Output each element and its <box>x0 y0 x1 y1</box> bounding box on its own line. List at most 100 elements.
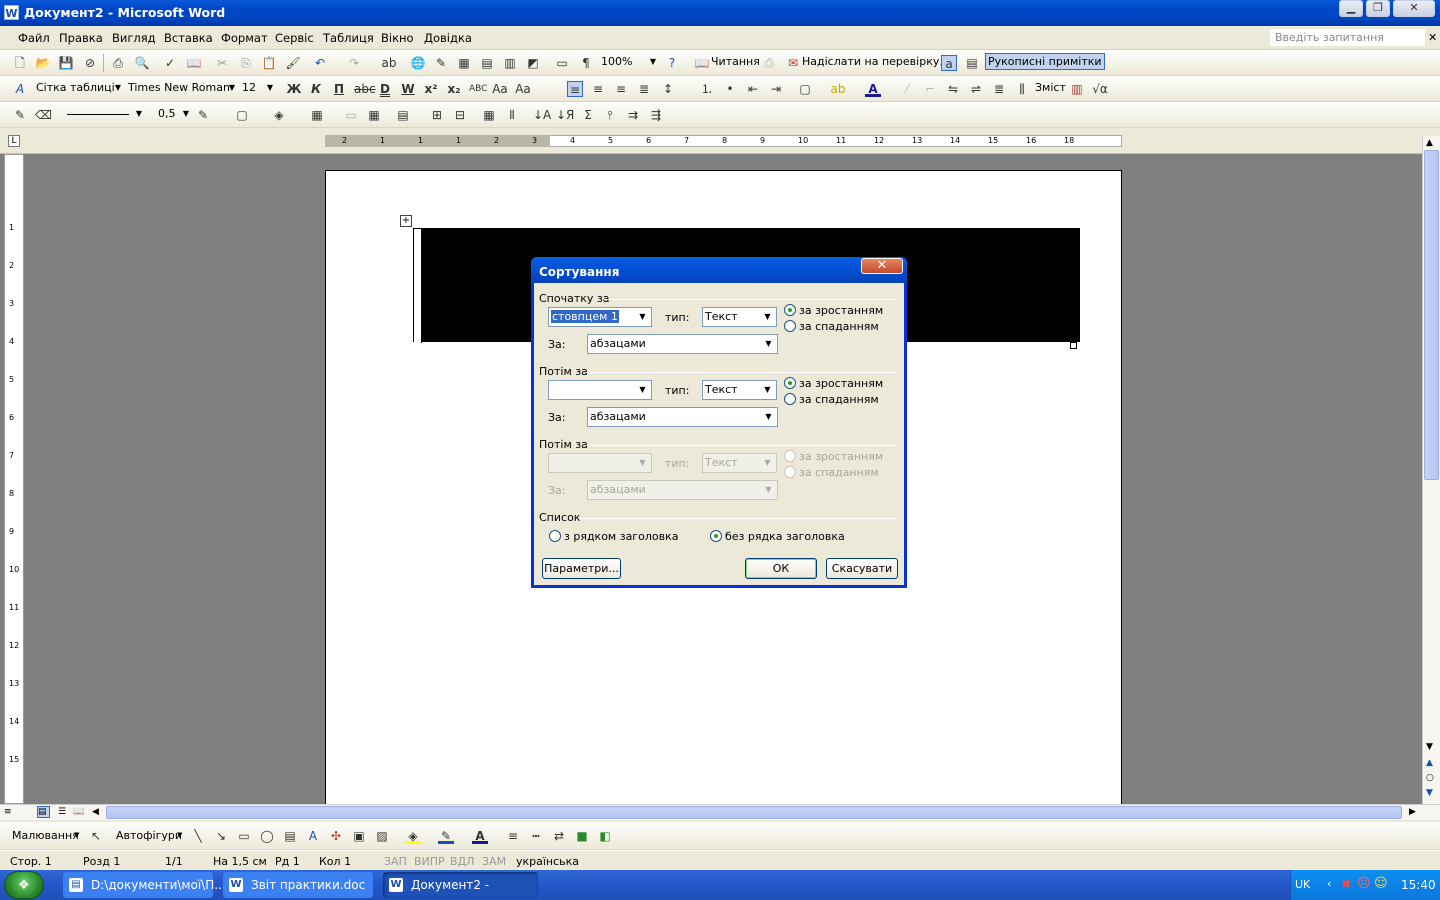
spelling-icon[interactable]: ✓ <box>162 55 178 71</box>
status-trk[interactable]: ВИПР <box>414 855 445 868</box>
menu-table[interactable]: Таблиця <box>323 31 374 45</box>
format-painter-icon[interactable]: 🖌 <box>285 55 301 71</box>
small-caps-icon[interactable]: ABC <box>469 81 487 97</box>
tray-app-icon[interactable]: ✖ <box>1341 877 1351 891</box>
equation-icon[interactable]: √α <box>1092 81 1108 97</box>
decrease-indent-icon[interactable]: ⇤ <box>745 81 761 97</box>
sort1-field-dropdown[interactable]: стовпцем 1 ▼ <box>548 307 652 327</box>
line-style-icon[interactable]: ≡ <box>505 828 521 844</box>
shading-icon[interactable]: ◈ <box>271 107 287 123</box>
table-more-icon[interactable]: ⇶ <box>648 107 664 123</box>
handwritten-notes-button[interactable]: Рукописні примітки <box>985 53 1105 70</box>
insert-excel-icon[interactable]: ▤ <box>479 55 495 71</box>
new-doc-icon[interactable]: 🗋 <box>12 55 28 71</box>
sort-desc-icon[interactable]: ↓Я <box>556 107 574 123</box>
start-button[interactable]: ❖ <box>4 871 44 899</box>
scroll-up-icon[interactable]: ▲ <box>1426 138 1433 148</box>
rectangle-icon[interactable]: ▭ <box>236 828 252 844</box>
normal-view-icon[interactable]: ≡ <box>4 807 12 817</box>
italic-icon[interactable]: К <box>308 81 324 97</box>
cancel-button[interactable]: Скасувати <box>826 558 898 579</box>
scroll-left-icon[interactable]: ◀ <box>92 807 99 817</box>
print-icon[interactable]: ⎙ <box>110 55 126 71</box>
send-review-button[interactable]: Надіслати на перевірку… <box>802 55 950 68</box>
spell-abc-icon[interactable]: ab <box>381 55 397 71</box>
phonetic-icon[interactable]: ⌐ <box>922 81 938 97</box>
eraser-icon[interactable]: ⌫ <box>35 107 52 123</box>
dialog-title-bar[interactable]: Сортування ✕ <box>531 257 907 283</box>
tray-expand-icon[interactable]: ‹ <box>1327 877 1331 890</box>
table-move-handle-icon[interactable]: + <box>400 215 412 227</box>
bold-icon[interactable]: Ж <box>286 81 302 97</box>
toc-button[interactable]: Зміст <box>1035 81 1066 94</box>
menu-insert[interactable]: Вставка <box>164 31 213 45</box>
lines-icon[interactable]: ≣ <box>991 81 1007 97</box>
oval-icon[interactable]: ◯ <box>259 828 275 844</box>
picture-icon[interactable]: ▨ <box>374 828 390 844</box>
sort2-desc-radio[interactable]: за спаданням <box>784 393 879 406</box>
drawing-toggle-icon[interactable]: ◩ <box>525 55 541 71</box>
dash-style-icon[interactable]: ┅ <box>528 828 544 844</box>
doc-map-icon[interactable]: ▭ <box>554 55 570 71</box>
change-case-icon[interactable]: Aa <box>492 81 508 97</box>
scroll-thumb[interactable] <box>1424 150 1439 480</box>
3d-icon[interactable]: ◧ <box>597 828 613 844</box>
line-color-icon[interactable]: ✎ <box>438 828 454 844</box>
font-combo[interactable]: Times New Roman ▼ <box>125 80 237 98</box>
restore-button[interactable]: ❐ <box>1366 0 1390 17</box>
line-icon[interactable]: ╲ <box>190 828 206 844</box>
sort1-desc-radio[interactable]: за спаданням <box>784 320 879 333</box>
prev-page-icon[interactable]: ▲ <box>1426 758 1433 768</box>
outside-border-icon[interactable]: ▢ <box>234 107 250 123</box>
menu-format[interactable]: Формат <box>221 31 268 45</box>
menu-edit[interactable]: Правка <box>59 31 103 45</box>
tab-selector-icon[interactable]: L <box>8 135 20 147</box>
hscroll-thumb[interactable] <box>106 806 1402 819</box>
ok-button[interactable]: ОК <box>745 558 817 579</box>
status-ovr[interactable]: ЗАМ <box>482 855 506 868</box>
rtl-icon[interactable]: ⇋ <box>945 81 961 97</box>
line-style-combo[interactable]: ▼ <box>64 106 144 124</box>
tray-emoticon-icon[interactable]: ☺ <box>1374 876 1388 891</box>
zoom-combo[interactable]: 100% ▼ <box>598 54 658 72</box>
word-underline-icon[interactable]: W <box>400 81 416 97</box>
close-doc-icon[interactable]: ✕ <box>1428 31 1437 44</box>
arrow-icon[interactable]: ↘ <box>213 828 229 844</box>
vertical-ruler[interactable]: 1 2 3 4 5 6 7 8 9 10 11 12 13 14 15 <box>4 154 24 804</box>
status-rec[interactable]: ЗАП <box>384 855 407 868</box>
ink-icon[interactable]: a <box>941 55 957 71</box>
task-explorer[interactable]: ▤ D:\документи\мої\П... <box>63 872 226 898</box>
draw-font-color-icon[interactable]: A <box>472 828 488 844</box>
justify-icon[interactable]: ≣ <box>636 81 652 97</box>
diagram-icon[interactable]: ✣ <box>328 828 344 844</box>
reading-button[interactable]: Читання <box>711 55 760 68</box>
char-scale-icon[interactable]: Aa <box>515 81 531 97</box>
sort3-asc-radio[interactable]: за зростанням <box>784 450 883 463</box>
with-header-radio[interactable]: з рядком заголовка <box>549 530 678 543</box>
menu-file[interactable]: Файл <box>18 31 50 45</box>
vertical-scrollbar[interactable]: ▲ ▼ ▲ ○ ▼ <box>1422 136 1440 804</box>
permission-icon[interactable]: ⊘ <box>82 55 98 71</box>
print-preview-icon[interactable]: 🔍 <box>134 55 150 71</box>
research-icon[interactable]: 📖 <box>186 55 202 71</box>
minimize-button[interactable]: ▁ <box>1339 0 1363 17</box>
chart-icon[interactable]: ▥ <box>1069 81 1085 97</box>
line-weight-combo[interactable]: 0,5 ▼ <box>155 106 191 124</box>
sort1-type-dropdown[interactable]: Текст ▼ <box>702 307 777 327</box>
autoshapes-menu[interactable]: Автофігури <box>116 829 182 842</box>
menu-window[interactable]: Вікно <box>381 31 414 45</box>
ink-comment-icon[interactable]: ▤ <box>964 55 980 71</box>
distribute-rows-icon[interactable]: ⊞ <box>429 107 445 123</box>
status-ext[interactable]: ВДЛ <box>450 855 474 868</box>
reading-view-icon[interactable]: 📖 <box>73 807 84 817</box>
sort3-type-dropdown[interactable]: Текст ▼ <box>702 453 777 473</box>
sort2-type-dropdown[interactable]: Текст ▼ <box>702 380 777 400</box>
language-indicator[interactable]: UK <box>1295 878 1310 891</box>
wordart-icon[interactable]: A <box>305 828 321 844</box>
undo-icon[interactable]: ↶ <box>312 55 328 71</box>
save-icon[interactable]: 💾 <box>58 55 74 71</box>
browse-object-icon[interactable]: ○ <box>1426 773 1434 783</box>
help-icon[interactable]: ? <box>664 55 680 71</box>
line-spacing-icon[interactable]: ↕ <box>660 81 676 97</box>
text-direction-icon[interactable]: ⇌ <box>968 81 984 97</box>
